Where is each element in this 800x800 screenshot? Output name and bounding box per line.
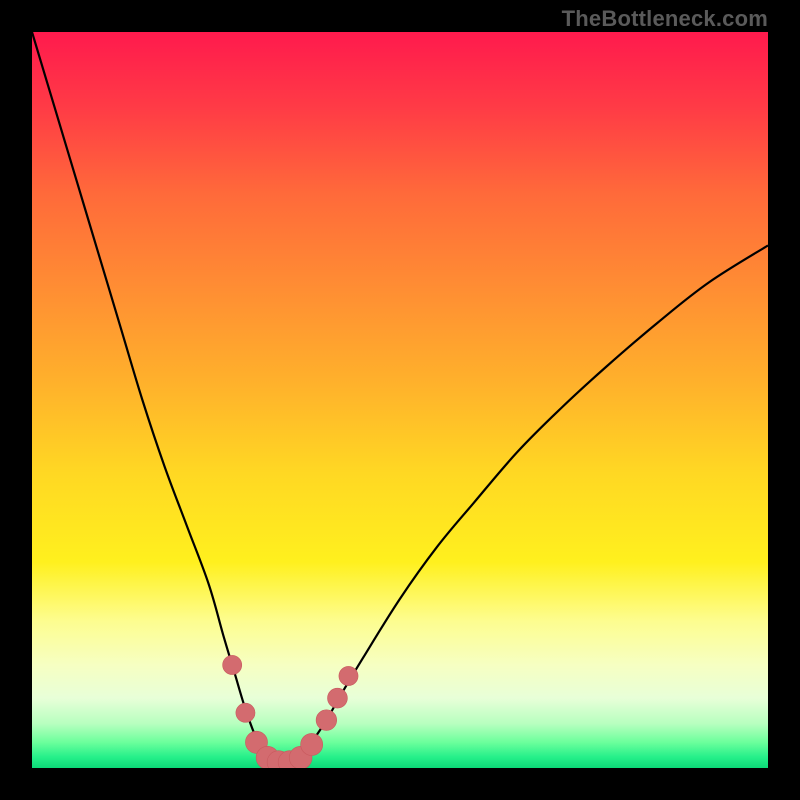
curve-marker xyxy=(339,666,358,685)
curve-marker xyxy=(236,703,255,722)
curve-marker xyxy=(328,688,348,708)
curve-marker xyxy=(223,655,242,674)
chart-frame: TheBottleneck.com xyxy=(0,0,800,800)
chart-svg xyxy=(32,32,768,768)
curve-marker xyxy=(301,733,323,755)
plot-area xyxy=(32,32,768,768)
curve-marker xyxy=(316,710,337,731)
watermark-label: TheBottleneck.com xyxy=(562,6,768,32)
